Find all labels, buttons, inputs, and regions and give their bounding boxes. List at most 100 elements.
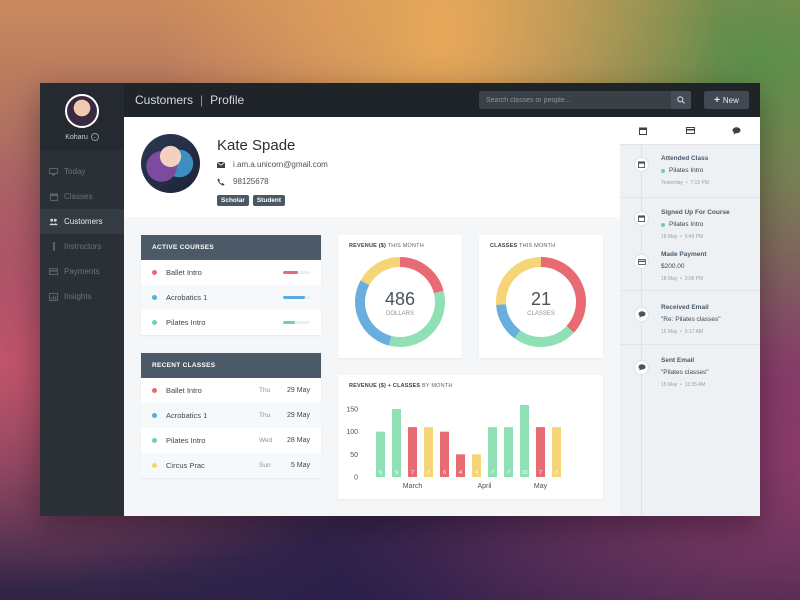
activity-timestamp: 15 May • 11:35 AM <box>661 382 706 388</box>
class-day: Thu <box>259 412 271 419</box>
x-tick-label: May <box>534 483 548 490</box>
revenue-donut-title: REVENUE ($) THIS MONTH <box>349 243 424 249</box>
class-date: 28 May <box>287 437 310 444</box>
sidebar-item-label: Insights <box>64 292 92 301</box>
donut-slice <box>399 257 444 294</box>
course-progress-bar <box>283 271 310 274</box>
profile-photo <box>141 134 200 193</box>
activity-detail: $200.00 <box>661 263 685 270</box>
revenue-donut-unit: DOLLARS <box>385 311 414 317</box>
sidebar-item-insights[interactable]: Insights <box>40 284 124 309</box>
revenue-donut-value: 486 <box>384 289 416 309</box>
search-icon <box>677 96 685 104</box>
chat-icon <box>634 360 649 375</box>
breadcrumb-page: Profile <box>210 93 245 107</box>
activity-timestamp: Yesterday • 7:15 PM <box>661 180 709 186</box>
course-progress-bar <box>283 321 310 324</box>
x-tick-label: March <box>403 483 423 490</box>
sidebar-item-customers[interactable]: Customers <box>40 209 124 234</box>
course-color-dot <box>152 320 157 325</box>
calendar-icon <box>639 127 648 135</box>
profile-tags: Scholar Student <box>217 195 286 206</box>
divider <box>620 197 760 198</box>
list-item[interactable]: Ballet Intro <box>141 260 321 285</box>
sidebar-item-classes[interactable]: Classes <box>40 184 124 209</box>
credit-card-icon <box>49 268 58 276</box>
table-row[interactable]: Circus Prac Sun 5 May <box>141 453 321 478</box>
breadcrumb-separator: | <box>200 93 204 107</box>
new-button-label: New <box>722 95 739 105</box>
chevron-down-icon[interactable]: ⌄ <box>90 133 99 141</box>
search-box <box>479 91 691 109</box>
y-tick-label: 150 <box>346 407 358 414</box>
y-tick-label: 0 <box>354 475 358 482</box>
activity-title: Received Email <box>661 304 709 311</box>
envelope-icon <box>217 161 225 168</box>
tab-payments[interactable] <box>667 117 714 144</box>
app-window: Koharu ⌄ Today Classes Customers Instruc… <box>40 83 760 516</box>
sidebar-item-payments[interactable]: Payments <box>40 259 124 284</box>
credit-card-icon <box>634 254 649 269</box>
tab-messages[interactable] <box>713 117 760 144</box>
recent-classes-title: RECENT CLASSES <box>141 353 321 378</box>
search-button[interactable] <box>671 91 691 109</box>
class-color-dot <box>152 438 157 443</box>
bar[interactable] <box>520 405 529 477</box>
classes-donut-title: CLASSES THIS MONTH <box>490 243 556 249</box>
content-panel: ACTIVE COURSES Ballet Intro Acrobatics 1… <box>124 217 620 516</box>
sidebar-item-instructors[interactable]: Instructors <box>40 234 124 259</box>
plus-icon: + <box>714 94 720 106</box>
sidebar-item-today[interactable]: Today <box>40 159 124 184</box>
course-progress-bar <box>283 296 310 299</box>
activity-title: Attended Class <box>661 155 709 162</box>
class-date: 29 May <box>287 387 310 394</box>
breadcrumb-section[interactable]: Customers <box>135 93 193 107</box>
course-color-dot <box>152 295 157 300</box>
new-button[interactable]: + New <box>704 91 749 109</box>
tag-scholar: Scholar <box>217 195 249 206</box>
profile-name: Kate Spade <box>217 137 296 154</box>
avatar[interactable] <box>65 94 99 128</box>
calendar-icon <box>634 211 649 226</box>
timeline-line <box>641 145 642 516</box>
bar[interactable] <box>392 409 401 477</box>
bar-value-label: 7 <box>427 470 430 476</box>
activity-detail: "Pilates classes" <box>661 369 709 376</box>
activity-timestamp: 18 May • 5:49 PM <box>661 234 704 240</box>
divider <box>620 344 760 345</box>
profile-email-row: i.am.a.unicorn@gmail.com <box>217 160 328 169</box>
revenue-classes-bar-chart: 0 50 100 150 6 9 7 7 6 4 4 7 7 10 7 7 March April May <box>346 405 561 490</box>
recent-classes-card: RECENT CLASSES Ballet Intro Thu 29 May A… <box>141 353 321 478</box>
activity-panel: Attended Class Pilates Intro Yesterday •… <box>620 117 760 516</box>
activity-detail: "Re: Pilates classes" <box>661 316 721 323</box>
course-name: Ballet Intro <box>166 268 202 277</box>
class-date: 5 May <box>290 462 310 469</box>
activity-title: Signed Up For Course <box>661 209 730 216</box>
profile-phone[interactable]: 98125678 <box>233 177 269 186</box>
list-item[interactable]: Pilates Intro <box>141 310 321 335</box>
list-item[interactable]: Acrobatics 1 <box>141 285 321 310</box>
profile-email[interactable]: i.am.a.unicorn@gmail.com <box>233 160 328 169</box>
status-dot <box>661 168 665 173</box>
search-input[interactable] <box>479 91 671 109</box>
user-menu[interactable]: Koharu ⌄ <box>40 83 124 150</box>
activity-detail: Pilates Intro <box>661 221 703 228</box>
bar-value-label: 4 <box>475 470 478 476</box>
class-color-dot <box>152 388 157 393</box>
class-name: Pilates Intro <box>166 436 206 445</box>
class-day: Thu <box>259 387 271 394</box>
bar-value-label: 4 <box>459 470 462 476</box>
class-name: Ballet Intro <box>166 386 202 395</box>
class-color-dot <box>152 463 157 468</box>
credit-card-icon <box>685 127 695 134</box>
table-row[interactable]: Pilates Intro Wed 28 May <box>141 428 321 453</box>
tab-calendar[interactable] <box>620 117 667 144</box>
divider <box>620 290 760 291</box>
bar-chart-icon <box>49 292 58 301</box>
calendar-icon <box>49 193 58 201</box>
course-name: Acrobatics 1 <box>166 293 208 302</box>
table-row[interactable]: Ballet Intro Thu 29 May <box>141 378 321 403</box>
table-row[interactable]: Acrobatics 1 Thu 29 May <box>141 403 321 428</box>
bar-value-label: 6 <box>443 470 446 476</box>
activity-detail: Pilates Intro <box>661 167 703 174</box>
